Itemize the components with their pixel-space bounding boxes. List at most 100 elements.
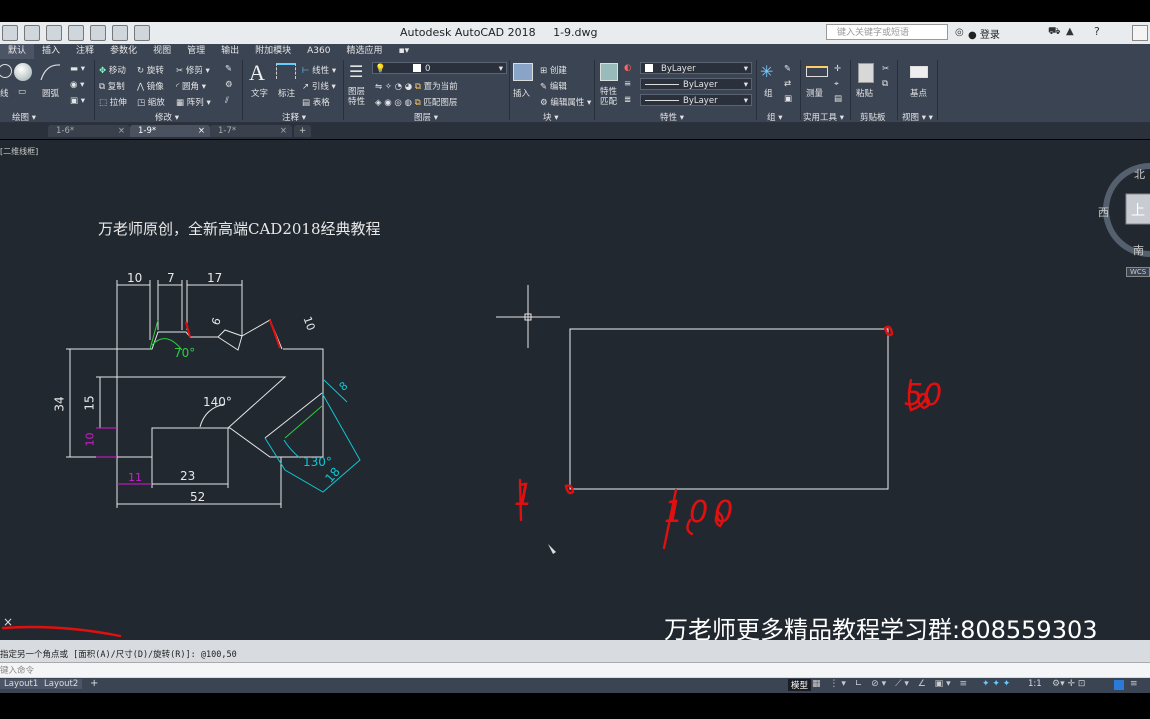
match-properties-label[interactable]: 特性匹配 <box>600 87 620 107</box>
text-label[interactable]: 文字 <box>251 87 268 99</box>
tab-insert[interactable]: 插入 <box>34 44 68 59</box>
viewcube-north[interactable]: 北 <box>1134 166 1145 182</box>
base-view-label[interactable]: 基点 <box>910 87 927 99</box>
model-space-button[interactable]: 模型 <box>788 679 812 691</box>
annotation-panel-label[interactable]: 注释 ▾ <box>282 111 306 123</box>
restore-button[interactable] <box>1132 25 1148 41</box>
stretch-tool[interactable]: ⬚ 拉伸 <box>99 96 127 108</box>
undo-icon[interactable] <box>112 25 128 41</box>
add-layout-button[interactable]: + <box>86 678 102 689</box>
table-tool[interactable]: ▤ 表格 <box>302 96 330 108</box>
mirror-tool[interactable]: ⋀ 镜像 <box>137 80 164 92</box>
properties-panel-label[interactable]: 特性 ▾ <box>660 111 684 123</box>
color-wheel-icon[interactable]: ◐ <box>624 63 631 73</box>
doc-tab-1-7[interactable]: 1-7* × <box>210 125 292 137</box>
workspace-gear-icon[interactable]: ⚙▾ ✛ ⊡ <box>1052 679 1085 689</box>
help-icon[interactable]: ? <box>1094 25 1100 38</box>
new-file-icon[interactable] <box>2 25 18 41</box>
erase-icon[interactable]: ✎ <box>225 64 232 74</box>
groups-panel-label[interactable]: 组 ▾ <box>767 111 782 123</box>
redo-icon[interactable] <box>134 25 150 41</box>
array-tool[interactable]: ▦ 阵列 ▾ <box>176 96 211 108</box>
close-icon[interactable]: × <box>280 125 287 137</box>
layer-tools-row2[interactable]: ◈ ◉ ◎ ◍ ⧉ 匹配图层 <box>375 96 457 108</box>
layer-properties-icon[interactable]: ☰ <box>349 62 363 81</box>
cart-icon[interactable]: ⛟ <box>1048 26 1061 39</box>
viewcube-top[interactable]: 上 <box>1131 200 1145 220</box>
clipboard-tools[interactable]: ✂ ⧉ <box>882 62 889 92</box>
doc-tab-1-9[interactable]: 1-9* × <box>130 125 210 137</box>
line-label[interactable]: 线 <box>0 87 9 99</box>
open-file-icon[interactable] <box>24 25 40 41</box>
arc-label[interactable]: 圆弧 <box>42 87 59 99</box>
text-tool-icon[interactable]: A <box>249 60 265 86</box>
customize-icon[interactable]: ≡ <box>1130 679 1138 689</box>
edit-attributes-tool[interactable]: ⚙ 编辑属性 ▾ <box>540 96 591 108</box>
close-panel-icon[interactable]: × <box>3 615 13 629</box>
lineweight-dropdown[interactable]: ByLayer ▾ <box>640 94 752 106</box>
dimension-label[interactable]: 标注 <box>278 87 295 99</box>
copy-tool[interactable]: ⧉ 复制 <box>99 80 125 92</box>
doc-tab-1-6[interactable]: 1-6* × <box>48 125 130 137</box>
paste-label[interactable]: 粘贴 <box>856 87 873 99</box>
annotation-visibility-icon[interactable]: ✦ ✦ ✦ <box>982 679 1010 689</box>
tab-featured-apps[interactable]: 精选应用 <box>338 44 390 59</box>
gradient-icon[interactable]: ▣ ▾ <box>70 96 85 106</box>
color-dropdown[interactable]: ByLayer ▾ <box>640 62 752 74</box>
group-icon[interactable]: ✳ <box>760 62 773 81</box>
print-icon[interactable] <box>90 25 106 41</box>
linetype-dropdown[interactable]: ByLayer ▾ <box>640 78 752 90</box>
paste-icon[interactable] <box>858 63 874 83</box>
isolate-objects-icon[interactable] <box>1114 680 1124 690</box>
utility-tools[interactable]: ✛ ⌖ ▤ <box>834 62 842 107</box>
arc-icon[interactable] <box>38 62 62 82</box>
wcs-menu[interactable]: WCS <box>1126 267 1150 277</box>
block-panel-label[interactable]: 块 ▾ <box>543 111 558 123</box>
rect-icon[interactable]: ▭ <box>18 87 26 97</box>
edit-block-tool[interactable]: ✎ 编辑 <box>540 80 567 92</box>
insert-block-icon[interactable] <box>513 63 533 81</box>
tab-addins[interactable]: 附加模块 <box>247 44 299 59</box>
rotate-tool[interactable]: ↻ 旋转 <box>137 64 164 76</box>
base-view-icon[interactable] <box>910 66 928 78</box>
insert-label[interactable]: 插入 <box>513 87 530 99</box>
measure-label[interactable]: 测量 <box>806 87 823 99</box>
tab-parametric[interactable]: 参数化 <box>102 44 145 59</box>
create-block-tool[interactable]: ⊞ 创建 <box>540 64 567 76</box>
lineweight-icon[interactable]: ≣ <box>624 95 631 105</box>
layout-tab-2[interactable]: Layout2 <box>40 679 83 689</box>
command-input[interactable]: 键入命令 <box>0 662 1150 677</box>
close-icon[interactable]: × <box>118 125 125 137</box>
draw-panel-label[interactable]: 绘图 ▾ <box>12 111 36 123</box>
tab-manage[interactable]: 管理 <box>179 44 213 59</box>
region-icon[interactable]: ◉ ▾ <box>70 80 84 90</box>
linetype-icon[interactable]: ≡ <box>624 79 631 89</box>
tab-a360[interactable]: A360 <box>299 44 338 59</box>
modify-panel-label[interactable]: 修改 ▾ <box>155 111 179 123</box>
group-label[interactable]: 组 <box>764 87 773 99</box>
layer-dropdown[interactable]: 💡 0 ▾ <box>372 62 507 74</box>
measure-icon[interactable] <box>806 66 828 77</box>
layer-properties-label[interactable]: 图层特性 <box>348 87 368 107</box>
utilities-panel-label[interactable]: 实用工具 ▾ <box>803 111 844 123</box>
tab-view[interactable]: 视图 <box>145 44 179 59</box>
circle-icon[interactable] <box>14 63 32 81</box>
tab-output[interactable]: 输出 <box>213 44 247 59</box>
drawn-rectangle[interactable] <box>569 328 889 490</box>
trim-tool[interactable]: ✂ 修剪 ▾ <box>176 64 210 76</box>
binoculars-icon[interactable]: ◎ <box>955 27 964 38</box>
new-tab-button[interactable]: + <box>294 125 312 137</box>
save-icon[interactable] <box>46 25 62 41</box>
viewcube-south[interactable]: 南 <box>1133 242 1144 258</box>
search-input[interactable]: 键入关键字或短语 <box>826 24 948 40</box>
tab-default[interactable]: 默认 <box>0 44 35 59</box>
view-panel-label[interactable]: 视图 ▾ ▾ <box>902 111 933 123</box>
leader-tool[interactable]: ↗ 引线 ▾ <box>302 80 336 92</box>
tab-annotate[interactable]: 注释 <box>68 44 102 59</box>
match-properties-icon[interactable] <box>600 63 618 81</box>
move-tool[interactable]: ✥ 移动 <box>99 64 126 76</box>
tab-overflow[interactable]: ▪▾ <box>390 44 417 59</box>
layer-tools-row1[interactable]: ⇋ ✧ ◔ ◕ ⧉ 置为当前 <box>375 80 458 92</box>
annotation-scale[interactable]: 1:1 <box>1028 679 1042 689</box>
close-icon[interactable]: × <box>198 125 205 137</box>
